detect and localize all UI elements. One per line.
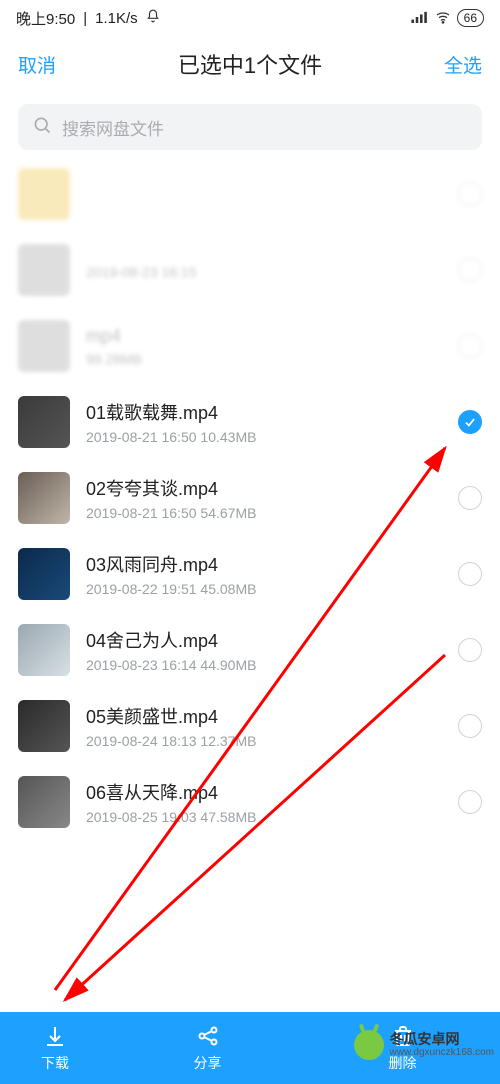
- file-row[interactable]: 02夸夸其谈.mp4 2019-08-21 16:50 54.67MB: [0, 460, 500, 536]
- file-thumbnail: [18, 472, 70, 524]
- file-checkbox[interactable]: [458, 258, 482, 282]
- file-checkbox[interactable]: [458, 562, 482, 586]
- file-checkbox[interactable]: [458, 714, 482, 738]
- file-thumbnail: [18, 396, 70, 448]
- file-meta: 2019-08-21 16:50 10.43MB: [86, 429, 450, 445]
- file-meta: 2019-08-23 16:14 44.90MB: [86, 657, 450, 673]
- file-row[interactable]: 04舍己为人.mp4 2019-08-23 16:14 44.90MB: [0, 612, 500, 688]
- file-checkbox[interactable]: [458, 638, 482, 662]
- file-checkbox[interactable]: [458, 334, 482, 358]
- file-thumbnail: [18, 244, 70, 296]
- file-name: 02夸夸其谈.mp4: [86, 475, 450, 501]
- file-name: mp4: [86, 326, 450, 347]
- file-row[interactable]: 03风雨同舟.mp4 2019-08-22 19:51 45.08MB: [0, 536, 500, 612]
- file-checkbox[interactable]: [458, 182, 482, 206]
- cancel-button[interactable]: 取消: [18, 51, 64, 78]
- file-row[interactable]: [0, 156, 500, 232]
- download-label: 下载: [41, 1053, 69, 1073]
- file-thumbnail: [18, 320, 70, 372]
- status-divider: |: [83, 10, 87, 27]
- share-icon: [196, 1024, 220, 1051]
- file-checkbox[interactable]: [458, 790, 482, 814]
- file-thumbnail: [18, 168, 70, 220]
- file-name: 05美颜盛世.mp4: [86, 703, 450, 729]
- download-button[interactable]: 下载: [0, 1012, 110, 1084]
- watermark: 冬瓜安卓网 www.dgxunczk168.com: [354, 1030, 495, 1060]
- download-icon: [43, 1024, 67, 1051]
- file-meta: 2019-08-24 18:13 12.37MB: [86, 733, 450, 749]
- file-row[interactable]: 2019-08-23 16:15: [0, 232, 500, 308]
- file-thumbnail: [18, 548, 70, 600]
- file-row[interactable]: mp4 99.28MB: [0, 308, 500, 384]
- watermark-title: 冬瓜安卓网: [390, 1032, 495, 1047]
- file-name: 04舍己为人.mp4: [86, 627, 450, 653]
- file-name: 03风雨同舟.mp4: [86, 551, 450, 577]
- file-row[interactable]: 06喜从天降.mp4 2019-08-25 19:03 47.58MB: [0, 764, 500, 840]
- share-button[interactable]: 分享: [110, 1012, 305, 1084]
- status-bar: 晚上9:50 | 1.1K/s 66: [0, 0, 500, 36]
- file-meta: 2019-08-22 19:51 45.08MB: [86, 581, 450, 597]
- file-row[interactable]: 05美颜盛世.mp4 2019-08-24 18:13 12.37MB: [0, 688, 500, 764]
- file-meta: 2019-08-21 16:50 54.67MB: [86, 505, 450, 521]
- file-checkbox[interactable]: [458, 486, 482, 510]
- page-title: 已选中1个文件: [64, 48, 436, 80]
- file-meta: 99.28MB: [86, 351, 450, 367]
- status-netspeed: 1.1K/s: [95, 10, 138, 27]
- file-meta: 2019-08-25 19:03 47.58MB: [86, 809, 450, 825]
- bell-icon: [146, 9, 160, 27]
- wifi-icon: [435, 9, 451, 28]
- status-time: 晚上9:50: [16, 8, 75, 29]
- selection-header: 取消 已选中1个文件 全选: [0, 36, 500, 92]
- file-row[interactable]: 01载歌载舞.mp4 2019-08-21 16:50 10.43MB: [0, 384, 500, 460]
- file-thumbnail: [18, 776, 70, 828]
- file-checkbox[interactable]: [458, 410, 482, 434]
- file-meta: 2019-08-23 16:15: [86, 264, 450, 280]
- file-name: 01载歌载舞.mp4: [86, 399, 450, 425]
- battery-indicator: 66: [457, 9, 484, 27]
- share-label: 分享: [194, 1053, 222, 1073]
- file-thumbnail: [18, 624, 70, 676]
- file-thumbnail: [18, 700, 70, 752]
- file-name: 06喜从天降.mp4: [86, 779, 450, 805]
- select-all-button[interactable]: 全选: [436, 51, 482, 78]
- signal-icon: [411, 11, 429, 26]
- search-icon: [32, 115, 52, 140]
- search-input[interactable]: 搜索网盘文件: [18, 104, 482, 150]
- search-placeholder: 搜索网盘文件: [62, 115, 164, 140]
- file-list: 2019-08-23 16:15 mp4 99.28MB 01载歌载舞.mp4 …: [0, 156, 500, 840]
- android-mascot-icon: [354, 1030, 384, 1060]
- watermark-url: www.dgxunczk168.com: [390, 1047, 495, 1058]
